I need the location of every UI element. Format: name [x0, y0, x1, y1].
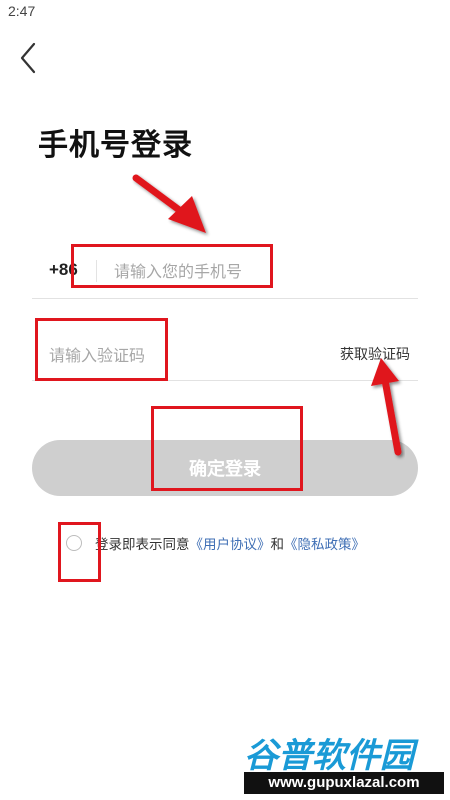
- status-time: 2:47: [8, 3, 36, 19]
- get-code-button[interactable]: 获取验证码: [340, 344, 410, 364]
- privacy-policy-link[interactable]: 《隐私政策》: [284, 533, 365, 553]
- login-button[interactable]: 确定登录: [32, 440, 418, 496]
- code-row: 获取验证码: [32, 326, 418, 381]
- page-title: 手机号登录: [38, 128, 193, 163]
- back-button[interactable]: [14, 40, 46, 76]
- watermark-url: www.gupuxlazal.com: [244, 772, 444, 794]
- phone-row: +86: [32, 246, 418, 299]
- phone-input[interactable]: [114, 258, 364, 284]
- agreement-radio[interactable]: [66, 535, 82, 551]
- code-input[interactable]: [49, 342, 259, 368]
- user-agreement-link[interactable]: 《用户协议》: [190, 533, 271, 553]
- watermark: 谷普软件园 www.gupuxlazal.com: [244, 728, 444, 794]
- agreement-conjunction: 和: [270, 537, 285, 553]
- agreement-row: 登录即表示同意 《用户协议》 和 《隐私政策》: [66, 532, 365, 554]
- country-code[interactable]: +86: [49, 260, 78, 280]
- agreement-prefix: 登录即表示同意: [95, 537, 190, 553]
- arrow-to-phone-icon: [132, 174, 206, 233]
- watermark-logo: 谷普软件园: [244, 736, 414, 776]
- chevron-left-icon: [20, 42, 36, 74]
- phone-divider: [96, 260, 97, 282]
